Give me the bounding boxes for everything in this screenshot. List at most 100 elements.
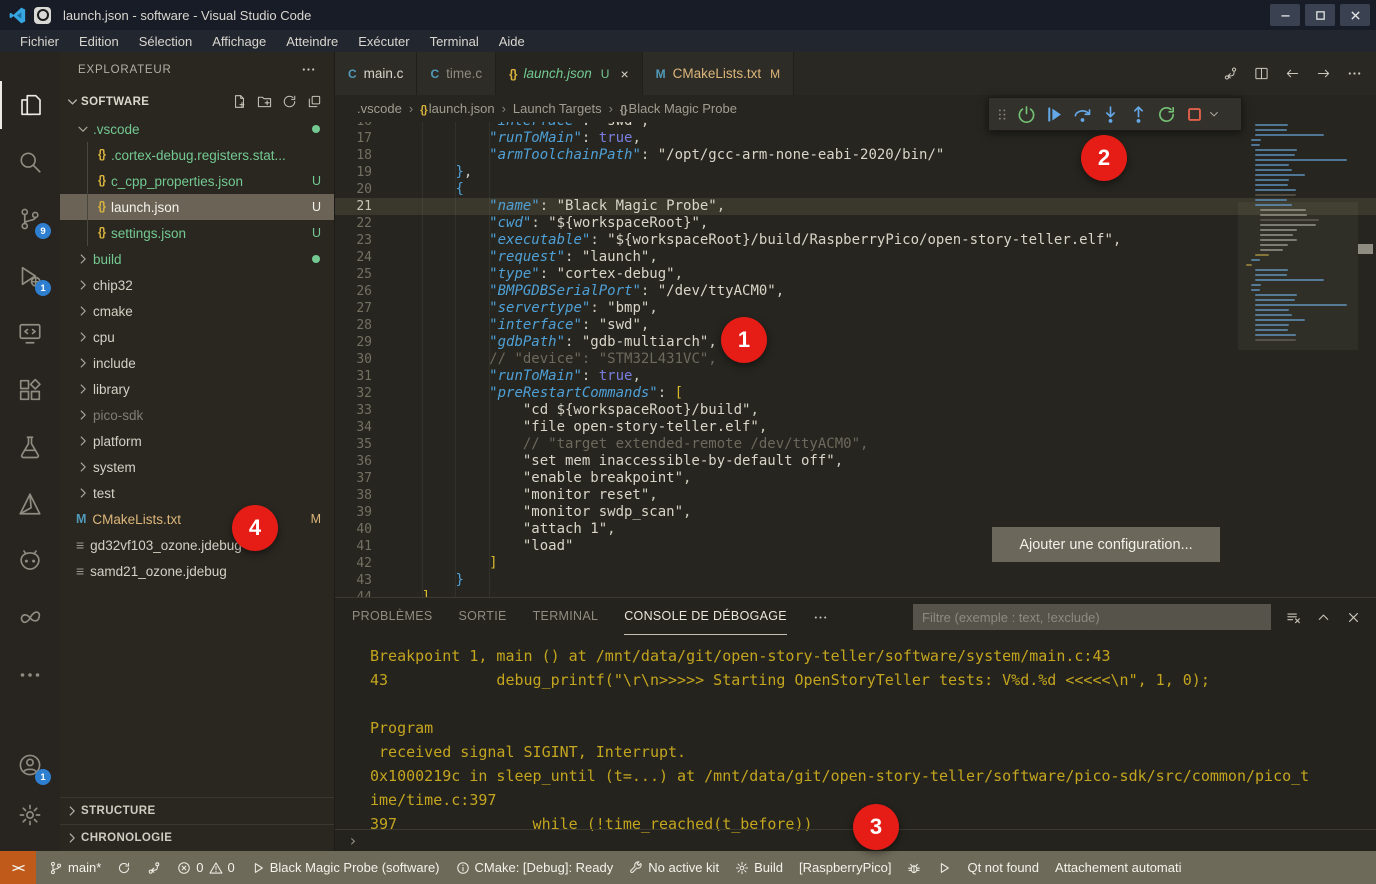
activity-more-views-icon[interactable] (0, 651, 60, 699)
panel-more-icon[interactable] (813, 610, 828, 625)
file-row-test[interactable]: test (60, 480, 334, 506)
file-row-gd32vf103-ozone-jdebug[interactable]: ≡gd32vf103_ozone.jdebug (60, 532, 334, 558)
file-row-pico-sdk[interactable]: pico-sdk (60, 402, 334, 428)
status-debug-target[interactable]: Black Magic Probe (software) (243, 851, 448, 884)
file-row-cmakelists-txt[interactable]: MCMakeLists.txtM (60, 506, 334, 532)
debug-filter-input[interactable] (913, 604, 1271, 630)
go-forward-icon[interactable] (1316, 66, 1331, 81)
toolbar-grip[interactable] (995, 107, 1010, 122)
file-row-cpu[interactable]: cpu (60, 324, 334, 350)
collapse-all-icon[interactable] (307, 94, 322, 109)
file-row-launch-json[interactable]: {}launch.jsonU (60, 194, 334, 220)
status-build[interactable]: Build (727, 851, 791, 884)
file-row-cmake[interactable]: cmake (60, 298, 334, 324)
clear-console-icon[interactable] (1286, 610, 1301, 625)
section-structure[interactable]: STRUCTURE (60, 797, 334, 824)
panel-close-icon[interactable] (1346, 610, 1361, 625)
section-chronologie[interactable]: CHRONOLOGIE (60, 824, 334, 851)
tab-cmakelists-txt[interactable]: MCMakeLists.txtM (643, 52, 795, 95)
workspace-section-header[interactable]: SOFTWARE (60, 87, 334, 116)
menu-edition[interactable]: Edition (69, 33, 129, 50)
close-button[interactable] (1340, 4, 1370, 26)
status-active-kit[interactable]: No active kit (621, 851, 727, 884)
file-row--cortex-debug-registers-stat-[interactable]: {}.cortex-debug.registers.stat... (60, 142, 334, 168)
menu-sélection[interactable]: Sélection (129, 33, 202, 50)
status-auto-attach[interactable]: Attachement automati (1047, 851, 1189, 884)
menu-affichage[interactable]: Affichage (202, 33, 276, 50)
activity-remote-explorer-icon[interactable] (0, 309, 60, 357)
file-row--vscode[interactable]: .vscode (60, 116, 334, 142)
status-qt-status[interactable]: Qt not found (959, 851, 1047, 884)
status-sync[interactable] (109, 851, 139, 884)
activity-settings-icon[interactable] (0, 791, 60, 839)
activity-extensions-icon[interactable] (0, 366, 60, 414)
file-row-settings-json[interactable]: {}settings.jsonU (60, 220, 334, 246)
breadcrumb-item[interactable]: .vscode (357, 101, 402, 116)
activity-accounts-icon[interactable]: 1 (0, 741, 60, 789)
status-launch[interactable] (929, 851, 959, 884)
debug-step-into-button[interactable] (1096, 100, 1124, 128)
menu-fichier[interactable]: Fichier (10, 33, 69, 50)
panel-tab-console-de-d-bogage[interactable]: CONSOLE DE DÉBOGAGE (624, 598, 787, 635)
file-row-platform[interactable]: platform (60, 428, 334, 454)
activity-cmake-tools-icon[interactable] (0, 480, 60, 528)
menu-terminal[interactable]: Terminal (420, 33, 489, 50)
maximize-button[interactable] (1305, 4, 1335, 26)
status-debug[interactable] (899, 851, 929, 884)
file-row-chip32[interactable]: chip32 (60, 272, 334, 298)
menu-exécuter[interactable]: Exécuter (348, 33, 419, 50)
file-row-include[interactable]: include (60, 350, 334, 376)
status-cmake-status[interactable]: CMake: [Debug]: Ready (448, 851, 622, 884)
status-git-compare[interactable] (139, 851, 169, 884)
panel-tab-sortie[interactable]: SORTIE (459, 598, 507, 635)
panel-tab-probl-mes[interactable]: PROBLÈMES (352, 598, 433, 635)
file-row-library[interactable]: library (60, 376, 334, 402)
panel-maximize-icon[interactable] (1316, 610, 1331, 625)
activity-search-icon[interactable] (0, 138, 60, 186)
chevron-down-icon[interactable] (1208, 108, 1220, 120)
minimize-button[interactable] (1270, 4, 1300, 26)
file-row-samd21-ozone-jdebug[interactable]: ≡samd21_ozone.jdebug (60, 558, 334, 584)
new-folder-icon[interactable] (257, 94, 272, 109)
new-file-icon[interactable] (232, 94, 247, 109)
breadcrumb-item[interactable]: {} Black Magic Probe (620, 101, 737, 116)
debug-restart-button[interactable] (1152, 100, 1180, 128)
go-back-icon[interactable] (1285, 66, 1300, 81)
breadcrumb-item[interactable]: {} launch.json (420, 101, 494, 116)
minimap[interactable] (1242, 124, 1354, 597)
menu-aide[interactable]: Aide (489, 33, 535, 50)
debug-stop-button[interactable] (1180, 100, 1208, 128)
activity-testing-icon[interactable] (0, 423, 60, 471)
more-actions-icon[interactable] (301, 62, 316, 77)
panel-tab-terminal[interactable]: TERMINAL (533, 598, 599, 635)
breadcrumb-item[interactable]: Launch Targets (513, 101, 602, 116)
compare-changes-icon[interactable] (1223, 66, 1238, 81)
menu-atteindre[interactable]: Atteindre (276, 33, 348, 50)
activity-run-and-debug-icon[interactable]: 1 (0, 252, 60, 300)
editor-scrollbar[interactable] (1355, 122, 1376, 597)
debug-step-over-button[interactable] (1068, 100, 1096, 128)
more-actions-icon[interactable] (1347, 66, 1362, 81)
code-editor[interactable]: 16 "interface": "swd",17 "runToMain": tr… (335, 122, 1376, 597)
status-remote[interactable]: >< (0, 851, 36, 884)
tab-launch-json[interactable]: {}launch.jsonU× (496, 52, 643, 95)
file-row-build[interactable]: build (60, 246, 334, 272)
activity-source-control-icon[interactable]: 9 (0, 195, 60, 243)
tab-time-c[interactable]: Ctime.c (417, 52, 496, 95)
activity-visual-studio-icon[interactable] (0, 594, 60, 642)
refresh-icon[interactable] (282, 94, 297, 109)
file-row-c-cpp-properties-json[interactable]: {}c_cpp_properties.jsonU (60, 168, 334, 194)
tab-main-c[interactable]: Cmain.c (335, 52, 417, 95)
add-configuration-button[interactable]: Ajouter une configuration... (992, 527, 1220, 562)
file-row-system[interactable]: system (60, 454, 334, 480)
debug-step-out-button[interactable] (1124, 100, 1152, 128)
close-tab-icon[interactable]: × (620, 66, 628, 82)
activity-explorer-icon[interactable] (0, 81, 60, 129)
split-editor-icon[interactable] (1254, 66, 1269, 81)
status-build-target[interactable]: [RaspberryPico] (791, 851, 899, 884)
debug-continue-button[interactable] (1040, 100, 1068, 128)
debug-start-button[interactable] (1012, 100, 1040, 128)
status-problems[interactable]: 00 (169, 851, 242, 884)
activity-platformio-icon[interactable] (0, 537, 60, 585)
status-git-branch[interactable]: main* (41, 851, 109, 884)
